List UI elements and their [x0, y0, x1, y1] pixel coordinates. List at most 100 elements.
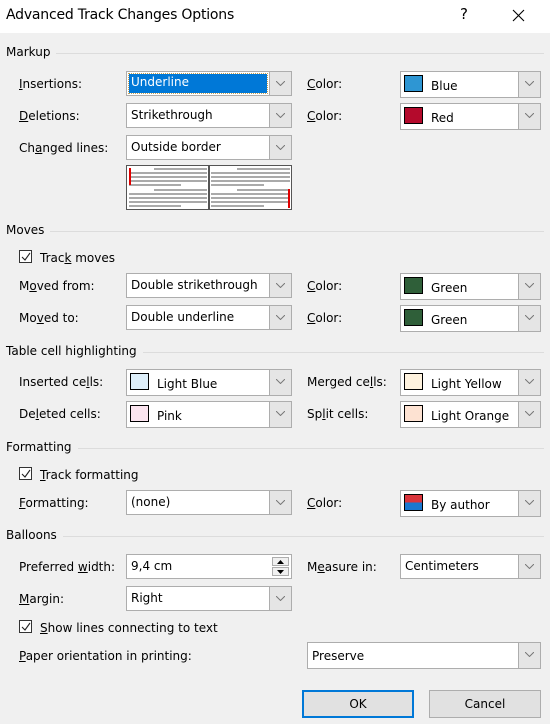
color-swatch [130, 373, 149, 390]
deletions-dropdown[interactable]: Strikethrough [126, 103, 292, 128]
deletions-color-dropdown[interactable]: Red [400, 103, 541, 130]
changed-lines-preview [126, 165, 292, 210]
dropdown-button[interactable] [269, 136, 291, 159]
group-divider [6, 53, 544, 54]
chevron-down-icon [525, 411, 534, 416]
triangle-up-icon [277, 560, 284, 564]
group-label: Formatting [6, 440, 78, 454]
by-author-swatch [404, 494, 423, 511]
dropdown-button[interactable] [518, 643, 540, 668]
margin-dropdown[interactable]: Right [126, 586, 292, 611]
deletions-label: Deletions: [19, 109, 80, 123]
merged-cells-label: Merged cells: [307, 375, 387, 389]
moved-from-color-label: Color: [307, 279, 343, 293]
triangle-down-icon [277, 570, 284, 574]
cancel-button[interactable]: Cancel [429, 690, 541, 718]
track-moves-label[interactable]: Track moves [40, 251, 115, 265]
show-lines-checkbox[interactable] [19, 620, 32, 633]
insertions-value: Underline [131, 75, 189, 89]
measure-in-label: Measure in: [307, 560, 377, 574]
dropdown-button[interactable] [269, 306, 291, 329]
measure-in-value: Centimeters [405, 559, 479, 573]
chevron-down-icon [276, 145, 285, 150]
chevron-down-icon [525, 379, 534, 384]
formatting-color-value: By author [431, 498, 490, 512]
dropdown-button[interactable] [518, 402, 540, 427]
preferred-width-value[interactable]: 9,4 cm [131, 559, 172, 573]
split-cells-dropdown[interactable]: Light Orange [400, 401, 541, 428]
preview-page-left [127, 166, 208, 209]
dropdown-button[interactable] [269, 587, 291, 610]
group-label: Markup [6, 45, 57, 59]
split-cells-value: Light Orange [431, 409, 510, 423]
inserted-cells-dropdown[interactable]: Light Blue [126, 369, 292, 396]
dropdown-button[interactable] [518, 491, 540, 516]
track-moves-checkbox[interactable] [19, 250, 32, 263]
dropdown-button[interactable] [269, 274, 291, 297]
formatting-color-label: Color: [307, 496, 343, 510]
chevron-down-icon [276, 315, 285, 320]
merged-cells-dropdown[interactable]: Light Yellow [400, 369, 541, 396]
dropdown-button[interactable] [518, 104, 540, 129]
group-label: Moves [6, 223, 51, 237]
measure-in-dropdown[interactable]: Centimeters [400, 554, 541, 579]
close-icon [512, 9, 525, 22]
ok-button[interactable]: OK [302, 690, 414, 718]
moved-to-dropdown[interactable]: Double underline [126, 305, 292, 330]
margin-value: Right [131, 591, 163, 605]
group-divider [6, 231, 544, 232]
dropdown-button[interactable] [518, 306, 540, 331]
moved-from-color-dropdown[interactable]: Green [400, 273, 541, 300]
track-formatting-checkbox[interactable] [19, 467, 32, 480]
dropdown-button[interactable] [269, 72, 291, 95]
dropdown-button[interactable] [269, 402, 291, 427]
chevron-down-icon [276, 500, 285, 505]
chevron-down-icon [525, 283, 534, 288]
formatting-color-dropdown[interactable]: By author [400, 490, 541, 517]
changed-lines-dropdown[interactable]: Outside border [126, 135, 292, 160]
spin-up-button[interactable] [272, 557, 289, 566]
dropdown-button[interactable] [518, 370, 540, 395]
dialog-title: Advanced Track Changes Options [6, 7, 235, 23]
color-swatch [404, 277, 423, 294]
group-label: Balloons [6, 528, 63, 542]
insertions-color-dropdown[interactable]: Blue [400, 71, 541, 98]
changed-lines-value: Outside border [131, 140, 221, 154]
dropdown-button[interactable] [518, 555, 540, 578]
inserted-cells-value: Light Blue [157, 377, 218, 391]
paper-orientation-dropdown[interactable]: Preserve [307, 642, 541, 669]
moved-to-color-dropdown[interactable]: Green [400, 305, 541, 332]
balloons-group: Balloons [6, 528, 544, 542]
group-label: Table cell highlighting [6, 344, 143, 358]
inserted-cells-label: Inserted cells: [19, 375, 104, 389]
spinner-buttons [272, 557, 289, 576]
dropdown-button[interactable] [269, 370, 291, 395]
dropdown-button[interactable] [518, 72, 540, 97]
color-swatch [404, 75, 423, 92]
deleted-cells-dropdown[interactable]: Pink [126, 401, 292, 428]
chevron-down-icon [276, 379, 285, 384]
moved-to-color-label: Color: [307, 311, 343, 325]
moved-from-color-value: Green [431, 281, 468, 295]
help-button[interactable]: ? [456, 5, 472, 23]
dropdown-button[interactable] [518, 274, 540, 299]
chevron-down-icon [276, 596, 285, 601]
show-lines-label[interactable]: Show lines connecting to text [40, 621, 218, 635]
insertions-dropdown[interactable]: Underline [126, 71, 292, 96]
preferred-width-spinner[interactable]: 9,4 cm [126, 554, 292, 579]
formatting-value: (none) [131, 495, 171, 509]
moved-from-dropdown[interactable]: Double strikethrough [126, 273, 292, 298]
checkmark-icon [21, 252, 31, 261]
title-bar: Advanced Track Changes Options ? [0, 0, 550, 33]
dropdown-button[interactable] [269, 491, 291, 514]
moved-from-value: Double strikethrough [131, 278, 258, 292]
dropdown-button[interactable] [269, 104, 291, 127]
deletions-color-value: Red [431, 111, 454, 125]
close-button[interactable] [507, 5, 531, 27]
formatting-dropdown[interactable]: (none) [126, 490, 292, 515]
chevron-down-icon [525, 315, 534, 320]
track-formatting-label[interactable]: Track formatting [40, 468, 139, 482]
chevron-down-icon [525, 564, 534, 569]
spin-down-button[interactable] [272, 567, 289, 576]
group-divider [6, 448, 544, 449]
